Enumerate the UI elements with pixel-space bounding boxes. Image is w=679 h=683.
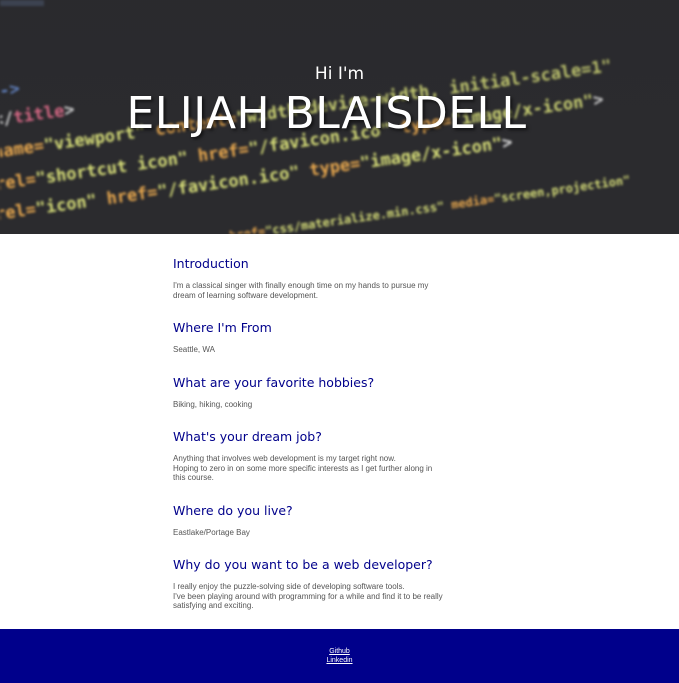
section-hobbies: What are your favorite hobbies? Biking, …	[173, 375, 483, 410]
about-content: Introduction I'm a classical singer with…	[173, 256, 483, 611]
section-why-web-dev: Why do you want to be a web developer? I…	[173, 557, 483, 611]
section-heading: What's your dream job?	[173, 429, 322, 444]
section-heading: Introduction	[173, 256, 249, 271]
hero-banner: --> </title> name="viewport" content="wi…	[0, 0, 679, 234]
section-heading: Where I'm From	[173, 320, 272, 335]
hero-greeting: Hi I'm	[314, 64, 365, 84]
github-link[interactable]: Github	[0, 647, 679, 656]
hero-name: ELIJAH BLAISDELL	[126, 88, 527, 139]
section-answer: Eastlake/Portage Bay	[173, 527, 250, 537]
section-answer: Biking, hiking, cooking	[173, 399, 253, 409]
footer-links: Github Linkedin	[0, 647, 679, 665]
section-heading: Where do you live?	[173, 502, 293, 518]
section-answer: Seattle, WA	[173, 345, 215, 354]
section-answer: Anything that involves web development i…	[173, 454, 433, 482]
linkedin-link[interactable]: Linkedin	[0, 656, 679, 665]
section-answer: I'm a classical singer with finally enou…	[173, 281, 429, 300]
section-where-live: Where do you live? Eastlake/Portage Bay	[173, 503, 483, 538]
section-heading: What are your favorite hobbies?	[173, 374, 375, 390]
section-heading: Why do you want to be a web developer?	[173, 557, 433, 572]
footer: Github Linkedin	[0, 629, 679, 683]
section-where-from: Where I'm From Seattle, WA	[173, 320, 483, 355]
section-answer: I really enjoy the puzzle-solving side o…	[173, 582, 443, 610]
section-dream-job: What's your dream job? Anything that inv…	[173, 429, 483, 483]
section-introduction: Introduction I'm a classical singer with…	[173, 256, 483, 300]
